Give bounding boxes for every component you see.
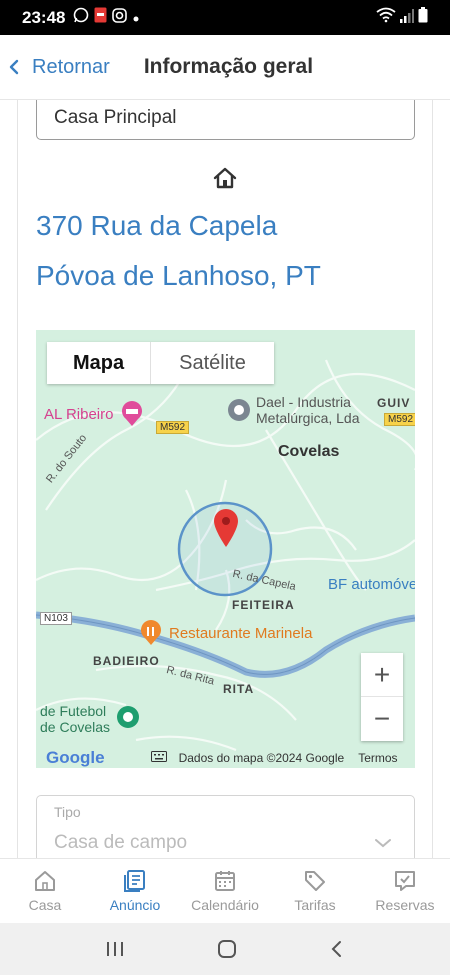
wifi-icon — [376, 7, 396, 28]
app-header: Retornar Informação geral — [0, 35, 450, 100]
nav-calendario-label: Calendário — [191, 897, 259, 913]
system-back-button[interactable] — [330, 940, 344, 958]
pdf-app-icon — [94, 7, 107, 28]
back-arrow-icon — [331, 941, 341, 957]
map-label-badieiro: BADIEIRO — [93, 654, 160, 668]
house-icon — [213, 167, 237, 194]
road-m592-tag: M592 — [156, 421, 190, 434]
nav-casa[interactable]: Casa — [0, 859, 90, 923]
nav-tarifas[interactable]: Tarifas — [270, 859, 360, 923]
whatsapp-icon — [73, 7, 89, 28]
nav-anuncio[interactable]: Anúncio — [90, 859, 180, 923]
location-pin-icon[interactable] — [213, 508, 239, 553]
page-title: Informação geral — [143, 55, 314, 78]
status-bar: 23:48 — [0, 0, 450, 35]
bottom-navigation: Casa Anúncio Calendário Tarifas Reservas — [0, 858, 450, 923]
map-label-futebol-2: de Covelas — [40, 719, 111, 735]
back-label: Retornar — [32, 55, 110, 78]
property-name-field[interactable]: Casa Principal — [36, 100, 415, 140]
location-map[interactable]: Mapa Satélite AL Ribeiro Dael - Industri… — [36, 330, 415, 768]
restaurant-marker-icon[interactable] — [139, 620, 163, 651]
reservations-icon — [395, 871, 415, 891]
signal-icon — [400, 8, 414, 28]
google-logo: Google — [46, 748, 105, 767]
listing-icon — [124, 870, 145, 892]
zoom-in-button[interactable]: + — [361, 653, 403, 697]
map-data-attribution: Dados do mapa ©2024 Google — [178, 751, 345, 765]
recent-apps-icon — [107, 942, 124, 956]
notification-dot-icon — [132, 8, 140, 28]
hotel-marker-icon[interactable] — [120, 401, 144, 432]
tab-map[interactable]: Mapa — [47, 342, 151, 384]
nav-casa-label: Casa — [28, 897, 62, 913]
type-value: Casa de campo — [54, 832, 188, 853]
zoom-out-button[interactable]: − — [361, 697, 403, 741]
battery-icon — [418, 7, 428, 28]
home-circle-icon — [217, 940, 236, 958]
road-m592-tag-2: M592 — [384, 413, 415, 426]
back-button[interactable]: Retornar — [0, 56, 110, 79]
nav-tarifas-label: Tarifas — [294, 897, 336, 913]
instagram-icon — [112, 7, 128, 28]
chevron-left-icon — [9, 59, 19, 75]
map-terms-link[interactable]: Termos — [358, 751, 397, 765]
map-type-toggle: Mapa Satélite — [47, 342, 274, 384]
map-label-rita: RITA — [223, 682, 255, 696]
type-select[interactable]: Tipo Casa de campo — [36, 795, 415, 858]
zoom-controls: + − — [361, 653, 403, 741]
chevron-down-icon — [374, 836, 392, 854]
map-label-restaurante: Restaurante Marinela — [169, 625, 313, 642]
system-navigation-bar — [0, 923, 450, 975]
nav-reservas-label: Reservas — [375, 897, 435, 913]
home-button[interactable] — [217, 939, 237, 959]
keyboard-icon[interactable] — [150, 751, 167, 765]
map-attribution-bar: Google Dados do mapa ©2024 Google Termos — [36, 748, 415, 768]
address-street[interactable]: 370 Rua da Capela — [36, 210, 277, 242]
map-label-dael-1: Dael - Industria — [256, 394, 351, 410]
poi-marker-icon[interactable] — [227, 398, 251, 427]
home-icon — [35, 871, 55, 891]
map-label-covelas: Covelas — [278, 443, 340, 460]
map-label-dael-2: Metalúrgica, Lda — [256, 410, 360, 426]
map-label-feiteira: FEITEIRA — [232, 598, 295, 612]
nav-reservas[interactable]: Reservas — [360, 859, 450, 923]
type-label: Tipo — [54, 804, 81, 820]
calendar-icon — [215, 871, 235, 891]
address-city[interactable]: Póvoa de Lanhoso, PT — [36, 260, 321, 292]
status-time: 23:48 — [22, 7, 66, 27]
map-label-al-ribeiro: AL Ribeiro — [44, 406, 114, 423]
map-label-futebol-1: de Futebol — [40, 703, 107, 719]
map-label-bf: BF automóve — [328, 576, 415, 593]
map-label-guiv: GUIV — [377, 396, 411, 410]
road-n103-tag: N103 — [40, 612, 72, 625]
sports-marker-icon[interactable] — [116, 705, 140, 734]
tab-satellite[interactable]: Satélite — [151, 342, 274, 384]
recent-apps-button[interactable] — [106, 940, 124, 958]
nav-anuncio-label: Anúncio — [109, 897, 161, 913]
content-scroll[interactable]: Casa Principal 370 Rua da Capela Póvoa d… — [0, 100, 450, 858]
nav-calendario[interactable]: Calendário — [180, 859, 270, 923]
tag-icon — [305, 871, 325, 891]
